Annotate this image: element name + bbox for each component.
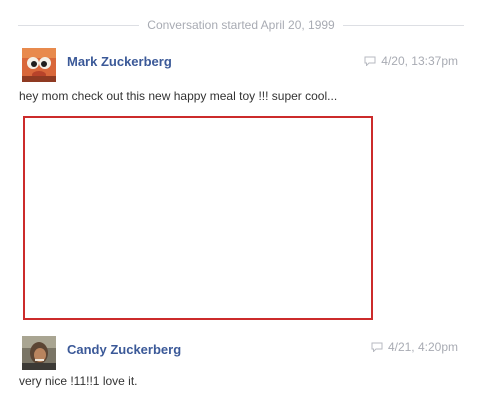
speech-bubble-icon xyxy=(364,56,376,66)
message-header: Mark Zuckerberg 4/20, 13:37pm xyxy=(22,48,458,82)
message-timestamp: 4/20, 13:37pm xyxy=(364,54,458,68)
author-link[interactable]: Mark Zuckerberg xyxy=(67,54,172,69)
avatar-toy-image xyxy=(22,48,56,82)
avatar[interactable] xyxy=(22,48,56,82)
conversation-start-label: Conversation started April 20, 1999 xyxy=(147,18,335,32)
attachment-image-frame[interactable] xyxy=(23,116,373,320)
divider-line-left xyxy=(18,24,140,26)
message-body: hey mom check out this new happy meal to… xyxy=(19,89,338,103)
message-thread: Conversation started April 20, 1999 Mark… xyxy=(0,0,482,400)
conversation-start-divider: Conversation started April 20, 1999 xyxy=(18,18,465,32)
speech-bubble-icon xyxy=(371,342,383,352)
avatar-person-image xyxy=(22,336,56,370)
timestamp-text: 4/21, 4:20pm xyxy=(387,340,458,354)
divider-line-right xyxy=(342,24,465,26)
message-header: Candy Zuckerberg 4/21, 4:20pm xyxy=(22,336,458,370)
avatar[interactable] xyxy=(22,336,56,370)
message-timestamp: 4/21, 4:20pm xyxy=(371,340,458,354)
author-link[interactable]: Candy Zuckerberg xyxy=(67,342,181,357)
timestamp-text: 4/20, 13:37pm xyxy=(381,54,458,68)
message-body: very nice !11!!1 love it. xyxy=(19,374,138,388)
